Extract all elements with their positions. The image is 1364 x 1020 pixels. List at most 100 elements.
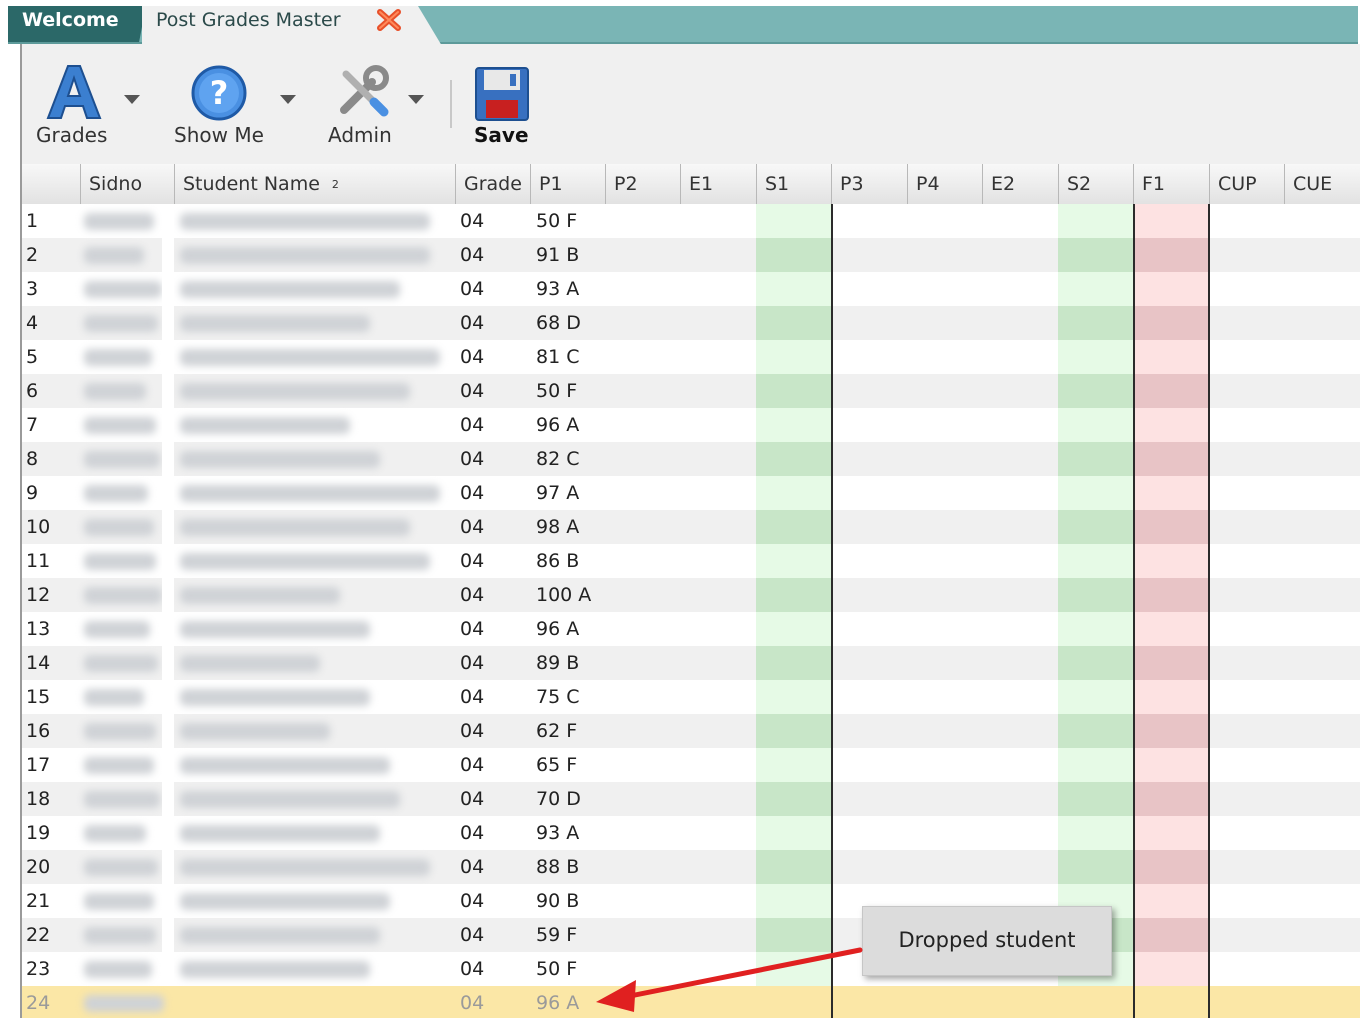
p1-grade-cell[interactable]: 100 A	[536, 578, 626, 612]
row-number: 2	[26, 244, 39, 266]
table-row[interactable]: 11 04 86 B	[22, 544, 1360, 578]
p1-grade-cell[interactable]: 98 A	[536, 510, 626, 544]
header-sidno[interactable]: Sidno	[80, 164, 174, 204]
f1-cell	[1133, 884, 1209, 918]
table-row[interactable]: 20 04 88 B	[22, 850, 1360, 884]
s1-cell	[756, 748, 831, 782]
header-s2[interactable]: S2	[1058, 164, 1133, 204]
p1-grade-cell[interactable]: 82 C	[536, 442, 626, 476]
redacted-student-name	[180, 485, 440, 502]
p1-grade-cell[interactable]: 96 A	[536, 408, 626, 442]
header-cue[interactable]: CUE	[1284, 164, 1360, 204]
p1-grade-cell[interactable]: 97 A	[536, 476, 626, 510]
row-number: 24	[26, 992, 51, 1014]
table-row[interactable]: 2 04 91 B	[22, 238, 1360, 272]
header-grade[interactable]: Grade	[455, 164, 530, 204]
p1-grade-cell[interactable]: 89 B	[536, 646, 626, 680]
redacted-student-name	[180, 349, 440, 366]
table-row[interactable]: 3 04 93 A	[22, 272, 1360, 306]
p1-grade-cell[interactable]: 62 F	[536, 714, 626, 748]
header-p4[interactable]: P4	[907, 164, 982, 204]
column-gap	[162, 714, 174, 748]
table-row[interactable]: 9 04 97 A	[22, 476, 1360, 510]
s2-cell	[1058, 340, 1133, 374]
p1-grade-cell[interactable]: 50 F	[536, 204, 626, 238]
close-tab-icon[interactable]	[374, 6, 404, 34]
grade-level-cell: 04	[460, 210, 485, 232]
p1-grade-cell[interactable]: 65 F	[536, 748, 626, 782]
s1-cell	[756, 238, 831, 272]
tab-post-grades-master-label: Post Grades Master	[156, 9, 341, 31]
p1-grade-cell[interactable]: 93 A	[536, 816, 626, 850]
grades-menu-button[interactable]: Grades	[22, 44, 152, 164]
redacted-sidno	[84, 689, 144, 706]
s1-cell	[756, 476, 831, 510]
table-row[interactable]: 18 04 70 D	[22, 782, 1360, 816]
f1-cell	[1133, 374, 1209, 408]
f1-cell	[1133, 510, 1209, 544]
redacted-student-name	[180, 621, 370, 638]
table-row[interactable]: 15 04 75 C	[22, 680, 1360, 714]
table-row[interactable]: 5 04 81 C	[22, 340, 1360, 374]
header-s1[interactable]: S1	[756, 164, 831, 204]
header-e1[interactable]: E1	[680, 164, 756, 204]
table-row[interactable]: 7 04 96 A	[22, 408, 1360, 442]
p1-grade-cell[interactable]: 96 A	[536, 612, 626, 646]
row-number: 21	[26, 890, 51, 912]
p1-grade-cell[interactable]: 50 F	[536, 374, 626, 408]
p1-grade-cell[interactable]: 90 B	[536, 884, 626, 918]
p1-grade-cell[interactable]: 75 C	[536, 680, 626, 714]
table-row[interactable]: 17 04 65 F	[22, 748, 1360, 782]
s1-cell	[756, 884, 831, 918]
table-row[interactable]: 6 04 50 F	[22, 374, 1360, 408]
table-row[interactable]: 13 04 96 A	[22, 612, 1360, 646]
show-me-menu-button[interactable]: ? Show Me	[162, 44, 302, 164]
grade-level-cell: 04	[460, 312, 485, 334]
table-row[interactable]: 1 04 50 F	[22, 204, 1360, 238]
table-row[interactable]: 4 04 68 D	[22, 306, 1360, 340]
redacted-sidno	[84, 927, 156, 944]
redacted-student-name	[180, 655, 320, 672]
column-gap	[162, 952, 174, 986]
table-row[interactable]: 10 04 98 A	[22, 510, 1360, 544]
header-p1[interactable]: P1	[530, 164, 605, 204]
redacted-student-name	[180, 927, 380, 944]
grade-level-cell: 04	[460, 380, 485, 402]
p1-grade-cell[interactable]: 81 C	[536, 340, 626, 374]
p1-grade-cell[interactable]: 86 B	[536, 544, 626, 578]
table-row[interactable]: 21 04 90 B	[22, 884, 1360, 918]
s2-cell	[1058, 714, 1133, 748]
table-row[interactable]: 14 04 89 B	[22, 646, 1360, 680]
redacted-sidno	[84, 247, 144, 264]
header-e2[interactable]: E2	[982, 164, 1058, 204]
header-p3[interactable]: P3	[831, 164, 907, 204]
admin-dropdown-arrow-icon[interactable]	[408, 95, 424, 104]
p1-grade-cell[interactable]: 88 B	[536, 850, 626, 884]
p1-grade-cell[interactable]: 70 D	[536, 782, 626, 816]
save-button[interactable]: Save	[464, 44, 554, 164]
header-p2[interactable]: P2	[605, 164, 680, 204]
grade-level-cell: 04	[460, 278, 485, 300]
table-row[interactable]: 19 04 93 A	[22, 816, 1360, 850]
table-row[interactable]: 16 04 62 F	[22, 714, 1360, 748]
table-row[interactable]: 8 04 82 C	[22, 442, 1360, 476]
f1-cell	[1133, 476, 1209, 510]
s1-cell	[756, 782, 831, 816]
redacted-student-name	[180, 791, 400, 808]
p1-grade-cell[interactable]: 93 A	[536, 272, 626, 306]
header-cup[interactable]: CUP	[1209, 164, 1284, 204]
header-student-name[interactable]: Student Name 2	[174, 164, 454, 204]
p1-grade-cell[interactable]: 68 D	[536, 306, 626, 340]
p1-grade-cell[interactable]: 91 B	[536, 238, 626, 272]
header-f1[interactable]: F1	[1133, 164, 1209, 204]
admin-menu-button[interactable]: Admin	[314, 44, 444, 164]
grades-dropdown-arrow-icon[interactable]	[124, 95, 140, 104]
redacted-sidno	[84, 485, 148, 502]
redacted-student-name	[180, 383, 410, 400]
grade-level-cell: 04	[460, 822, 485, 844]
table-row[interactable]: 12 04 100 A	[22, 578, 1360, 612]
tab-welcome[interactable]: Welcome	[8, 6, 146, 42]
s1-cell	[756, 646, 831, 680]
show-me-dropdown-arrow-icon[interactable]	[280, 95, 296, 104]
s2-cell	[1058, 510, 1133, 544]
